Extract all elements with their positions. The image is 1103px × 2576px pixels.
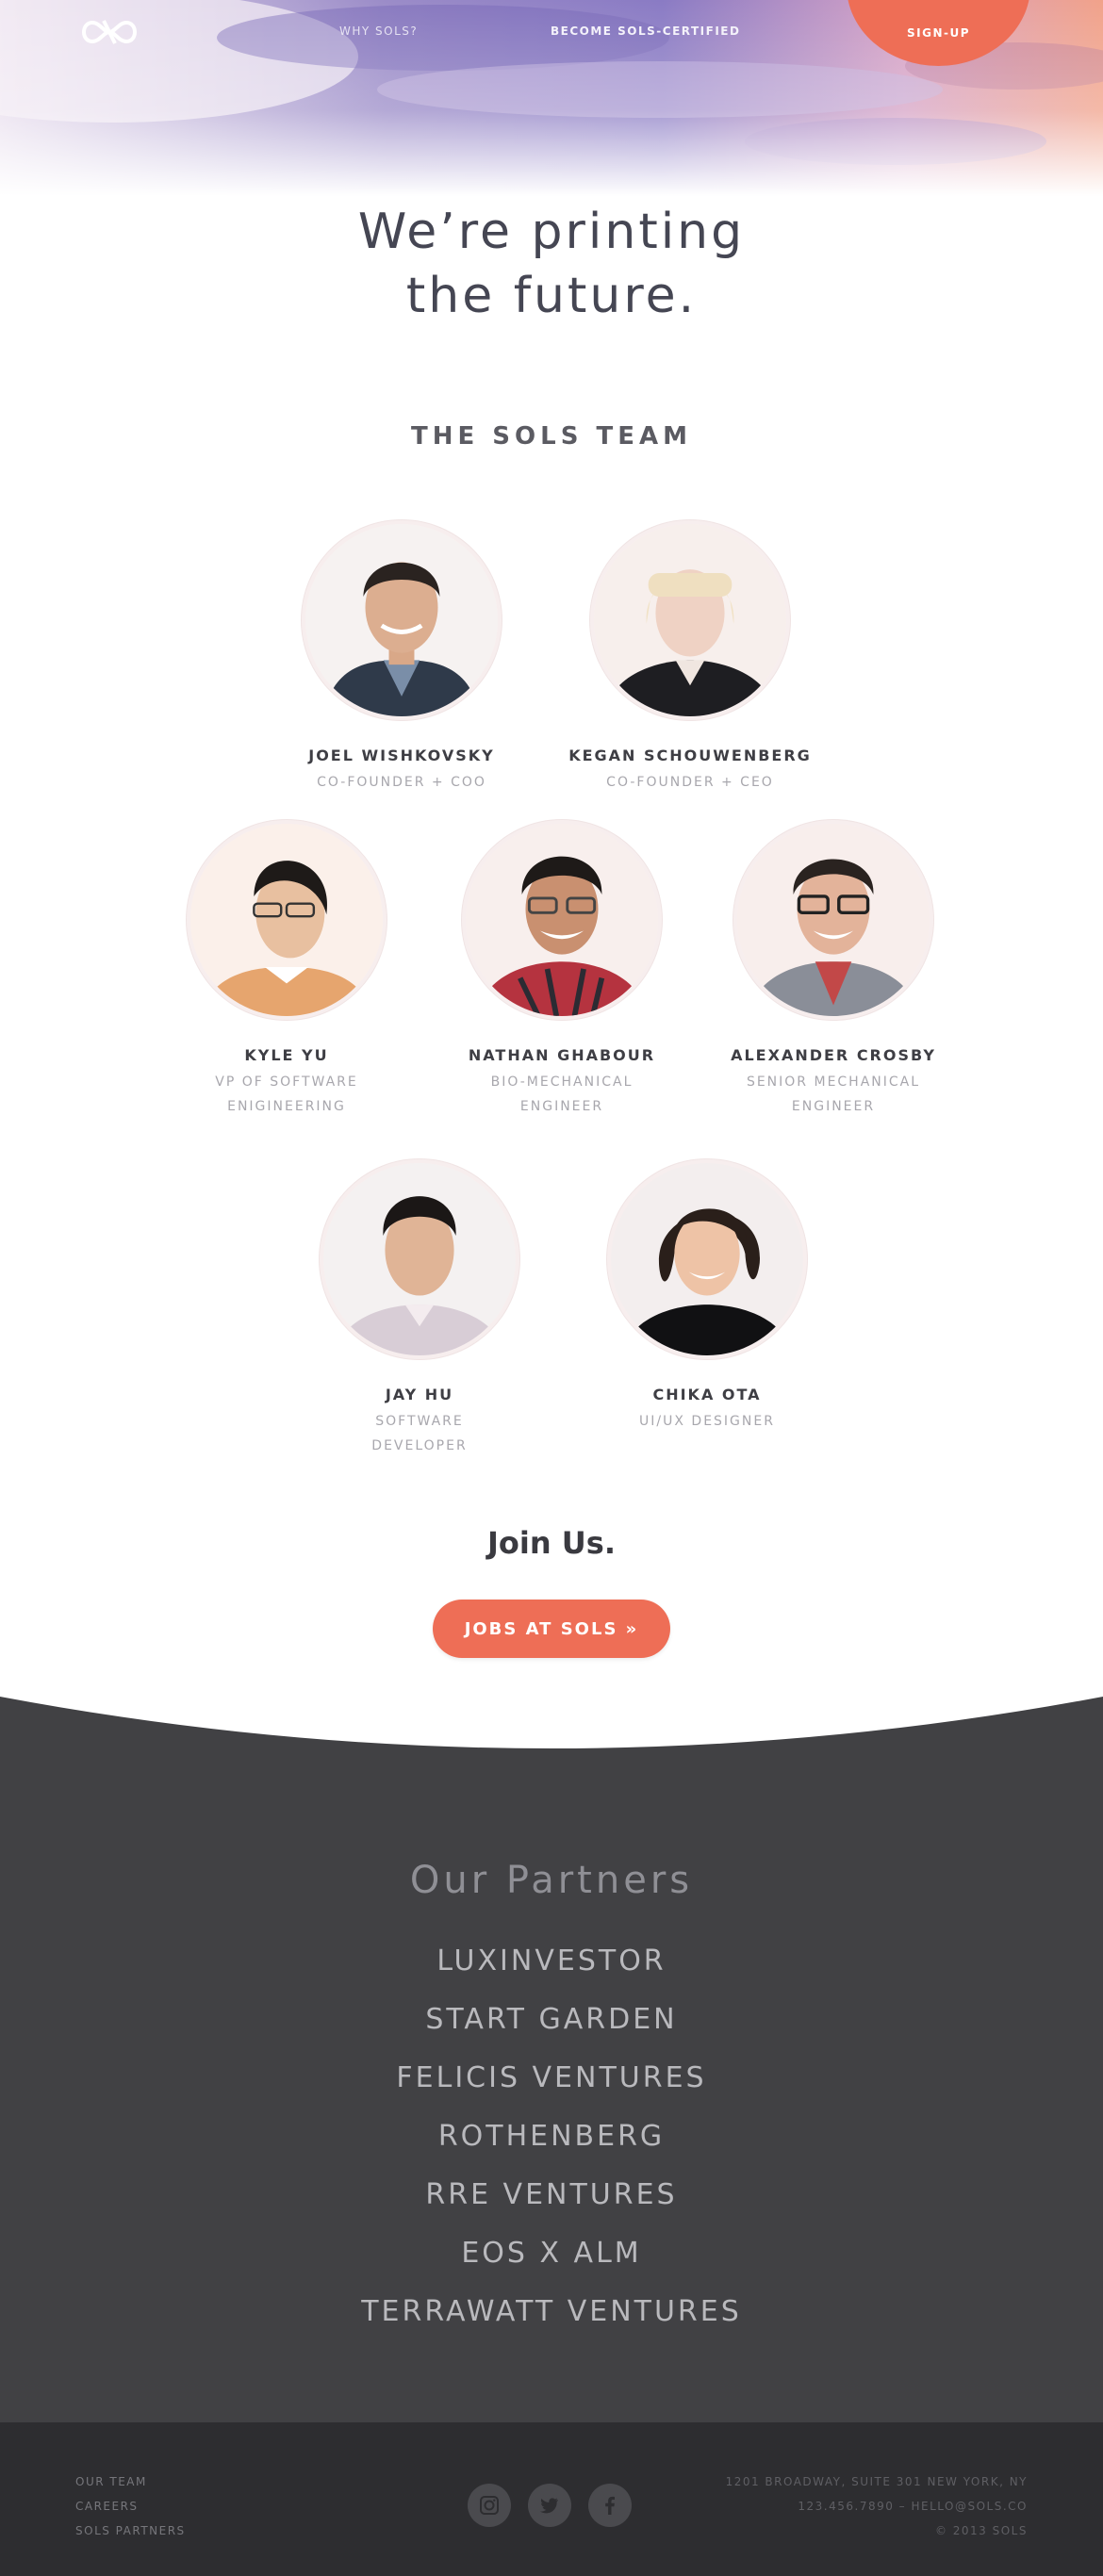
partner-item: FELICIS VENTURES: [396, 2061, 707, 2094]
member-role: VP OF SOFTWARE ENIGINEERING: [215, 1075, 358, 1114]
jobs-at-sols-button[interactable]: JOBS AT SOLS »: [433, 1600, 670, 1658]
team-member-card: KYLE YU VP OF SOFTWARE ENIGINEERING: [145, 820, 428, 1119]
instagram-icon[interactable]: [468, 2484, 511, 2527]
nav-why-sols[interactable]: WHY SOLS?: [339, 25, 418, 38]
team-member-card: NATHAN GHABOUR BIO-MECHANICAL ENGINEER: [420, 820, 703, 1119]
team-member-card: CHIKA OTA UI/UX DESIGNER: [566, 1159, 848, 1434]
signup-label: SIGN-UP: [906, 26, 971, 40]
member-avatar: [302, 520, 502, 720]
member-avatar: [187, 820, 387, 1020]
member-role: BIO-MECHANICAL ENGINEER: [490, 1075, 634, 1114]
facebook-icon[interactable]: [588, 2484, 632, 2527]
member-avatar: [607, 1159, 807, 1359]
join-title: Join Us.: [487, 1525, 616, 1561]
partner-item: ROTHENBERG: [437, 2120, 666, 2153]
nav-become-certified[interactable]: BECOME SOLS-CERTIFIED: [551, 25, 740, 38]
partners-section: Our Partners LUXINVESTOR START GARDEN FE…: [0, 1697, 1103, 2422]
member-name: KYLE YU: [244, 1046, 329, 1064]
tagline-line-1: We’re printing: [357, 204, 746, 260]
member-name: CHIKA OTA: [652, 1386, 762, 1403]
partner-item: TERRAWATT VENTURES: [361, 2295, 742, 2328]
footer-links: OUR TEAM CAREERS SOLS PARTNERS: [75, 2469, 186, 2543]
footer-contact: 1201 BROADWAY, SUITE 301 NEW YORK, NY 12…: [726, 2469, 1028, 2543]
footer-link-careers[interactable]: CAREERS: [75, 2494, 186, 2519]
partner-item: EOS X ALM: [461, 2237, 642, 2270]
member-name: KEGAN SCHOUWENBERG: [568, 747, 812, 764]
member-avatar: [462, 820, 662, 1020]
footer-address: 1201 BROADWAY, SUITE 301 NEW YORK, NY: [725, 2475, 1028, 2488]
social-links: [468, 2484, 632, 2527]
partner-list: LUXINVESTOR START GARDEN FELICIS VENTURE…: [0, 1932, 1103, 2341]
team-member-card: JOEL WISHKOVSKY CO-FOUNDER + COO: [260, 520, 543, 795]
partners-title: Our Partners: [409, 1859, 694, 1902]
partner-item: RRE VENTURES: [425, 2178, 678, 2211]
site-footer: OUR TEAM CAREERS SOLS PARTNERS 1201 BROA…: [0, 2422, 1103, 2576]
twitter-icon[interactable]: [528, 2484, 571, 2527]
member-role: SOFTWARE DEVELOPER: [371, 1414, 468, 1453]
member-avatar: [590, 520, 790, 720]
sols-logo-icon[interactable]: [75, 15, 143, 49]
member-role: UI/UX DESIGNER: [639, 1414, 775, 1429]
member-name: NATHAN GHABOUR: [468, 1046, 656, 1064]
team-member-card: ALEXANDER CROSBY SENIOR MECHANICAL ENGIN…: [692, 820, 975, 1119]
team-section-title: THE SOLS TEAM: [411, 422, 692, 451]
footer-phone-email[interactable]: 123.456.7890 – HELLO@SOLS.CO: [726, 2494, 1028, 2519]
partner-item: START GARDEN: [425, 2003, 678, 2036]
footer-link-partners[interactable]: SOLS PARTNERS: [75, 2519, 186, 2543]
member-role: CO-FOUNDER + COO: [317, 775, 486, 790]
member-name: JOEL WISHKOVSKY: [308, 747, 495, 764]
member-avatar: [320, 1159, 519, 1359]
partner-item: LUXINVESTOR: [436, 1944, 667, 1977]
member-name: ALEXANDER CROSBY: [731, 1046, 936, 1064]
tagline-line-2: the future.: [405, 268, 698, 324]
team-member-card: KEGAN SCHOUWENBERG CO-FOUNDER + CEO: [549, 520, 831, 795]
page-tagline: We’re printing the future.: [0, 200, 1103, 328]
footer-copyright: © 2013 SOLS: [934, 2524, 1028, 2537]
footer-link-our-team[interactable]: OUR TEAM: [75, 2469, 186, 2494]
member-role: SENIOR MECHANICAL ENGINEER: [746, 1075, 921, 1114]
member-avatar: [733, 820, 933, 1020]
member-name: JAY HU: [385, 1386, 454, 1403]
team-member-card: JAY HU SOFTWARE DEVELOPER: [278, 1159, 561, 1458]
member-role: CO-FOUNDER + CEO: [606, 775, 774, 790]
